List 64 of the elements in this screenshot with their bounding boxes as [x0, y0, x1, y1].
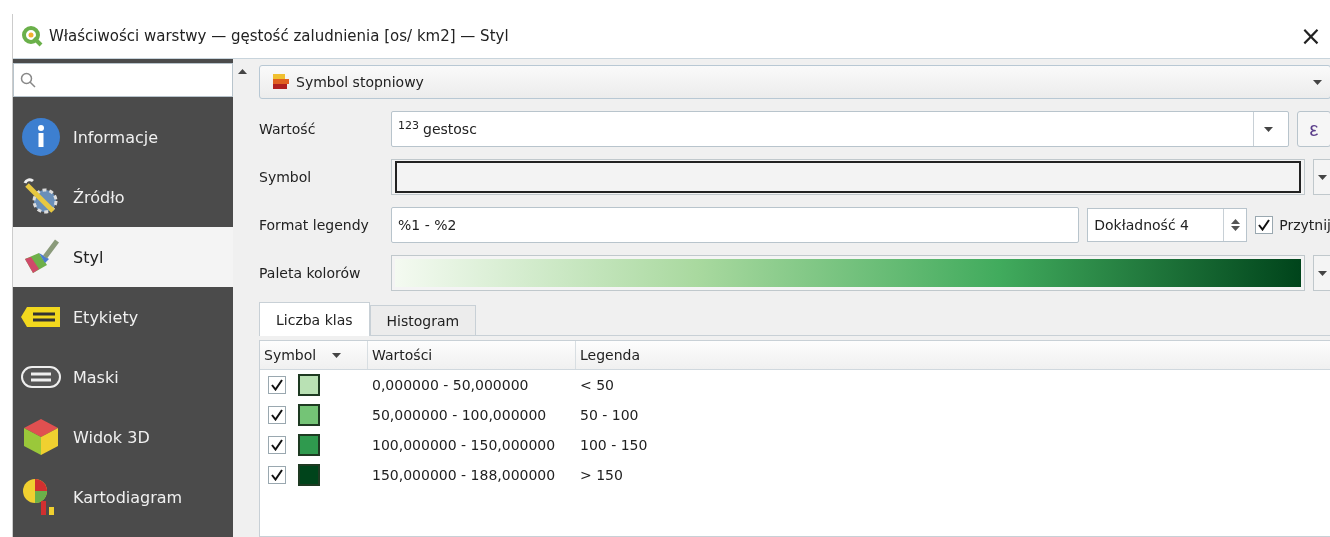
- table-cell-text: 50,000000 - 100,000000: [371, 407, 548, 423]
- mask-label-icon: [21, 366, 61, 388]
- renderer-dropdown[interactable]: Symbol stopniowy: [259, 65, 1330, 99]
- caret-icon: [1317, 174, 1327, 180]
- info-icon: [21, 117, 61, 157]
- search-icon: [20, 72, 36, 88]
- window-title: Właściwości warstwy — gęstość zaludnienia [os/ km2] — Styl: [49, 27, 510, 45]
- row-checkbox[interactable]: [268, 466, 286, 484]
- color-swatch[interactable]: [298, 434, 320, 456]
- graduated-symbol-icon: [272, 74, 290, 90]
- app-logo-icon: [21, 25, 43, 47]
- sidebar-item[interactable]: Źródło: [13, 167, 233, 227]
- check-icon: [1258, 219, 1271, 231]
- check-icon: [271, 379, 283, 391]
- row-checkbox[interactable]: [268, 406, 286, 424]
- caret-icon: [1263, 126, 1273, 132]
- table-cell-text: > 150: [579, 467, 624, 483]
- trim-checkbox[interactable]: Przytnij: [1255, 216, 1330, 234]
- row-checkbox[interactable]: [268, 436, 286, 454]
- color-ramp-button[interactable]: [391, 255, 1305, 291]
- sidebar-item[interactable]: Styl: [13, 227, 233, 287]
- symbol-menu-button[interactable]: [1313, 159, 1330, 195]
- sort-caret-icon: [332, 352, 342, 358]
- color-ramp-menu-button[interactable]: [1313, 255, 1330, 291]
- table-cell-text: 0,000000 - 50,000000: [371, 377, 530, 393]
- column-header[interactable]: Symbol: [260, 341, 368, 369]
- field-label: Symbol: [259, 169, 313, 185]
- precision-spinbox[interactable]: Dokładność 4: [1087, 208, 1248, 242]
- column-header[interactable]: Wartości: [368, 341, 576, 369]
- color-swatch[interactable]: [298, 404, 320, 426]
- check-icon: [271, 469, 283, 481]
- color-swatch[interactable]: [298, 464, 320, 486]
- scroll-up-icon[interactable]: [237, 69, 247, 74]
- caret-icon: [1313, 79, 1322, 85]
- legend-format-field[interactable]: %1 - %2: [391, 207, 1080, 243]
- field-label: Wartość: [259, 121, 317, 137]
- table-cell-text: 150,000000 - 188,000000: [371, 467, 557, 483]
- expression-button[interactable]: ε: [1297, 111, 1330, 147]
- sidebar-item[interactable]: Etykiety: [13, 287, 233, 347]
- tab[interactable]: Histogram: [369, 305, 477, 335]
- sidebar-item[interactable]: Kartodiagram: [13, 467, 233, 527]
- close-button[interactable]: ×: [1291, 16, 1330, 56]
- caret-icon: [1317, 270, 1327, 276]
- sidebar-item[interactable]: Maski: [13, 347, 233, 407]
- table-cell-text: 100,000000 - 150,000000: [371, 437, 557, 453]
- cube-icon: [21, 417, 61, 457]
- search-field[interactable]: [13, 63, 233, 97]
- sidebar-item[interactable]: Widok 3D: [13, 407, 233, 467]
- field-label: Format legendy: [259, 217, 370, 233]
- symbol-button[interactable]: [391, 159, 1305, 195]
- label-tag-icon: [21, 306, 61, 328]
- table-cell-text: 50 - 100: [579, 407, 640, 423]
- color-swatch[interactable]: [298, 374, 320, 396]
- tab[interactable]: Liczba klas: [259, 302, 370, 336]
- table-cell-text: < 50: [579, 377, 615, 393]
- field-label: Paleta kolorów: [259, 265, 362, 281]
- check-icon: [271, 439, 283, 451]
- sidebar-item[interactable]: Informacje: [13, 107, 233, 167]
- column-header[interactable]: Legenda: [576, 341, 1330, 369]
- spin-arrows-icon: [1230, 219, 1240, 231]
- table-cell-text: 100 - 150: [579, 437, 649, 453]
- value-field-dropdown[interactable]: 123 gestosc: [391, 111, 1289, 147]
- check-icon: [271, 409, 283, 421]
- row-checkbox[interactable]: [268, 376, 286, 394]
